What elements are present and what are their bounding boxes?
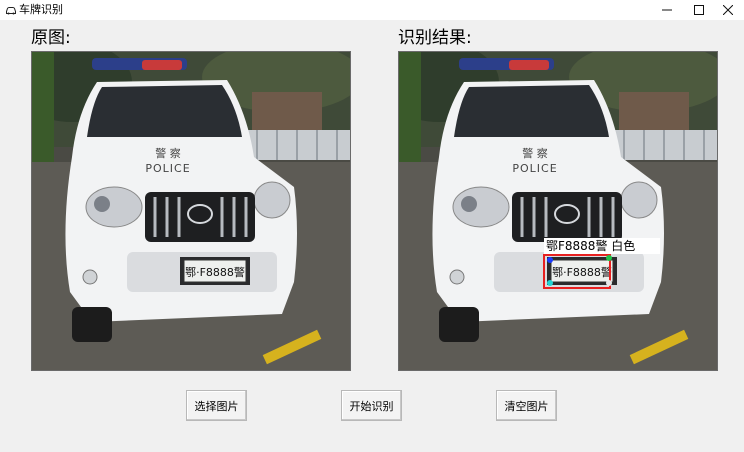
title-bar: 车牌识别 (0, 0, 744, 20)
minimize-button[interactable] (651, 0, 683, 20)
start-recognize-button[interactable]: 开始识别 (341, 390, 402, 421)
original-photo: 警 察 POLICE 鄂·F8888警 (32, 52, 350, 370)
original-image-panel: 警 察 POLICE 鄂·F8888警 (31, 51, 351, 371)
maximize-icon (694, 5, 704, 15)
hood-chinese-text: 警 察 (155, 146, 181, 160)
minimize-icon (662, 9, 672, 11)
close-button[interactable] (712, 0, 744, 20)
hood-chinese-text: 警 察 (522, 146, 548, 160)
select-image-button[interactable]: 选择图片 (186, 390, 247, 421)
license-plate-text: 鄂·F8888警 (185, 265, 245, 279)
hood-police-text: POLICE (512, 162, 557, 175)
corner-point-blue (547, 257, 553, 263)
corner-point-white (606, 280, 612, 286)
corner-point-green (606, 255, 612, 261)
window-title: 车牌识别 (19, 3, 63, 16)
original-image-heading: 原图: (31, 28, 71, 48)
maximize-button[interactable] (683, 0, 715, 20)
result-image-panel: 警 察 POLICE 鄂·F8888警 鄂F8888警 白色 (398, 51, 718, 371)
hood-police-text: POLICE (145, 162, 190, 175)
license-plate-text: 鄂·F8888警 (552, 265, 612, 279)
corner-point-cyan (547, 280, 553, 286)
close-icon (723, 5, 733, 15)
detection-label: 鄂F8888警 白色 (546, 238, 635, 253)
clear-image-button[interactable]: 清空图片 (496, 390, 557, 421)
result-image-heading: 识别结果: (398, 28, 472, 48)
car-icon (6, 7, 16, 15)
result-photo: 警 察 POLICE 鄂·F8888警 鄂F8888警 白色 (399, 52, 717, 370)
